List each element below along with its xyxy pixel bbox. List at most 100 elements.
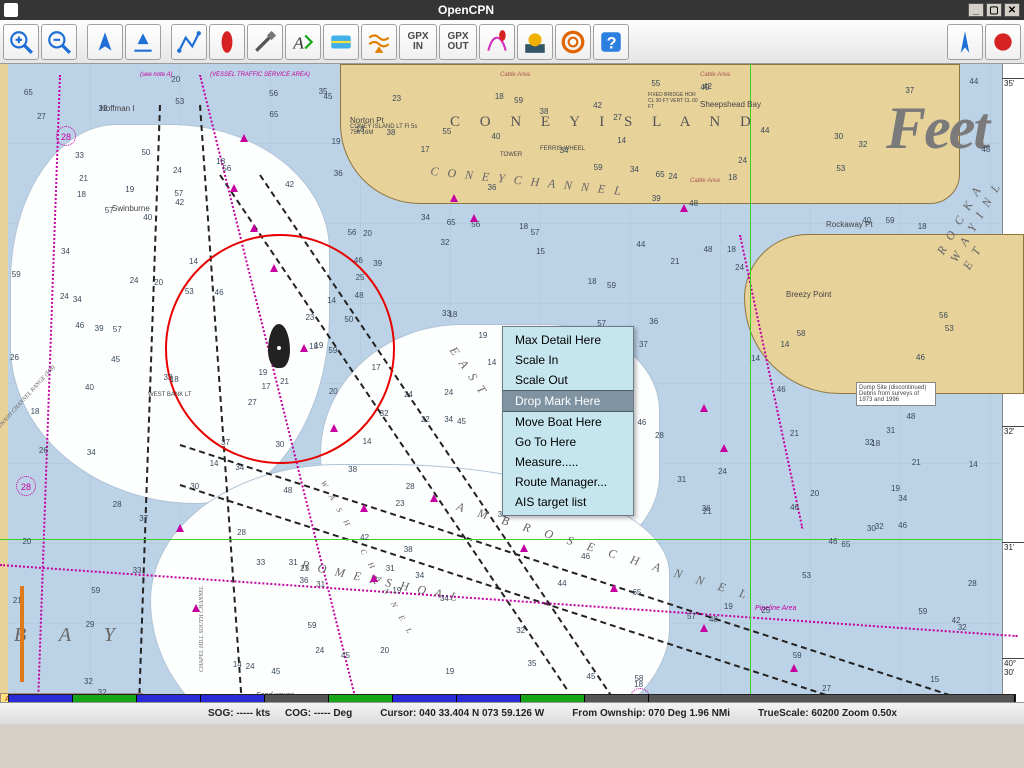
sounding: 46 <box>790 503 799 512</box>
menu-drop-mark[interactable]: Drop Mark Here <box>503 390 633 412</box>
sounding: 19 <box>891 484 900 493</box>
app-icon <box>4 3 18 17</box>
buoy-icon <box>192 604 200 612</box>
ais-button[interactable] <box>323 24 359 60</box>
land-west-shore <box>0 64 8 724</box>
mob-button[interactable] <box>555 24 591 60</box>
sounding: 19 <box>332 137 341 146</box>
text-button[interactable]: A <box>285 24 321 60</box>
settings-button[interactable] <box>247 24 283 60</box>
sounding: 37 <box>905 86 914 95</box>
sounding: 20 <box>171 75 180 84</box>
follow-ship-button[interactable] <box>209 24 245 60</box>
menu-move-boat[interactable]: Move Boat Here <box>503 412 633 432</box>
sounding: 45 <box>341 651 350 660</box>
minimize-button[interactable]: _ <box>968 3 984 17</box>
sounding: 19 <box>445 667 454 676</box>
menu-go-to[interactable]: Go To Here <box>503 432 633 452</box>
gps-status-icon[interactable] <box>985 24 1021 60</box>
zoom-out-button[interactable] <box>41 24 77 60</box>
help-button[interactable]: ? <box>593 24 629 60</box>
sounding: 31 <box>886 426 895 435</box>
sounding: 42 <box>285 180 294 189</box>
close-button[interactable]: ✕ <box>1004 3 1020 17</box>
sounding: 19 <box>392 586 401 595</box>
sounding: 46 <box>898 521 907 530</box>
sounding: 14 <box>327 296 336 305</box>
sounding: 40 <box>143 213 152 222</box>
sounding: 27 <box>248 398 257 407</box>
sounding: 17 <box>421 145 430 154</box>
sounding: 14 <box>363 437 372 446</box>
sounding: 18 <box>495 92 504 101</box>
gpx-in-button[interactable]: GPX IN <box>399 24 437 60</box>
sounding: 59 <box>918 607 927 616</box>
status-bar: SOG: ----- kts COG: ----- Deg Cursor: 04… <box>0 702 1024 724</box>
label-dump-site: Dump Site (discontinued) Debris from sur… <box>856 382 936 406</box>
sounding: 39 <box>652 194 661 203</box>
sounding: 40 <box>700 83 709 92</box>
sounding: 34 <box>73 295 82 304</box>
maximize-button[interactable]: ▢ <box>986 3 1002 17</box>
sounding: 33 <box>442 309 451 318</box>
sounding: 59 <box>514 96 523 105</box>
sounding: 32 <box>865 438 874 447</box>
sounding: 58 <box>797 329 806 338</box>
sounding: 65 <box>656 170 665 179</box>
sounding: 46 <box>581 552 590 561</box>
own-ship-icon <box>268 324 290 368</box>
sounding: 46 <box>354 256 363 265</box>
sounding: 26 <box>39 446 48 455</box>
sounding: 48 <box>981 145 990 154</box>
chart-scale-button[interactable] <box>125 24 161 60</box>
sounding: 48 <box>704 245 713 254</box>
sounding: 24 <box>735 263 744 272</box>
sounding: 45 <box>457 417 466 426</box>
zoom-in-button[interactable] <box>3 24 39 60</box>
status-cursor: Cursor: 040 33.404 N 073 59.126 W <box>380 708 544 719</box>
menu-measure[interactable]: Measure..... <box>503 452 633 472</box>
sounding: 25 <box>761 606 770 615</box>
sounding: 59 <box>594 163 603 172</box>
sounding: 34 <box>630 165 639 174</box>
sounding: 44 <box>761 126 770 135</box>
route-create-button[interactable] <box>171 24 207 60</box>
sounding: 19 <box>258 368 267 377</box>
chart-canvas[interactable]: 35' 33' 32' 31' 40° 30' Feet C O N E Y I… <box>0 64 1024 724</box>
sounding: 18 <box>356 125 365 134</box>
label-sheepshead: Sheepshead Bay <box>700 100 761 109</box>
sounding: 48 <box>906 412 915 421</box>
menu-ais-list[interactable]: AIS target list <box>503 492 633 512</box>
sounding: 19 <box>478 331 487 340</box>
menu-scale-out[interactable]: Scale Out <box>503 370 633 390</box>
menu-route-mgr[interactable]: Route Manager... <box>503 472 633 492</box>
buoy-icon <box>300 344 308 352</box>
sounding: 48 <box>283 486 292 495</box>
sounding: 36 <box>702 504 711 513</box>
print-button[interactable] <box>517 24 553 60</box>
sounding: 48 <box>689 199 698 208</box>
sounding: 18 <box>588 277 597 286</box>
sounding: 44 <box>969 77 978 86</box>
ship-center-button[interactable] <box>87 24 123 60</box>
compass-north-icon[interactable] <box>947 24 983 60</box>
track-button[interactable] <box>479 24 515 60</box>
buoy-icon <box>176 524 184 532</box>
sounding: 40 <box>492 132 501 141</box>
sounding: 44 <box>558 579 567 588</box>
sounding: 24 <box>738 156 747 165</box>
gpx-out-button[interactable]: GPX OUT <box>439 24 477 60</box>
current-button[interactable] <box>361 24 397 60</box>
menu-max-detail[interactable]: Max Detail Here <box>503 330 633 350</box>
sounding: 32 <box>516 626 525 635</box>
sounding: 24 <box>315 646 324 655</box>
sounding: 23 <box>396 499 405 508</box>
menu-scale-in[interactable]: Scale In <box>503 350 633 370</box>
sounding: 26 <box>10 353 19 362</box>
buoy-icon <box>700 404 708 412</box>
sounding: 34 <box>235 463 244 472</box>
sounding: 55 <box>442 127 451 136</box>
main-toolbar: A GPX IN GPX OUT ? <box>0 20 1024 64</box>
sounding: 34 <box>898 494 907 503</box>
sounding: 42 <box>952 616 961 625</box>
